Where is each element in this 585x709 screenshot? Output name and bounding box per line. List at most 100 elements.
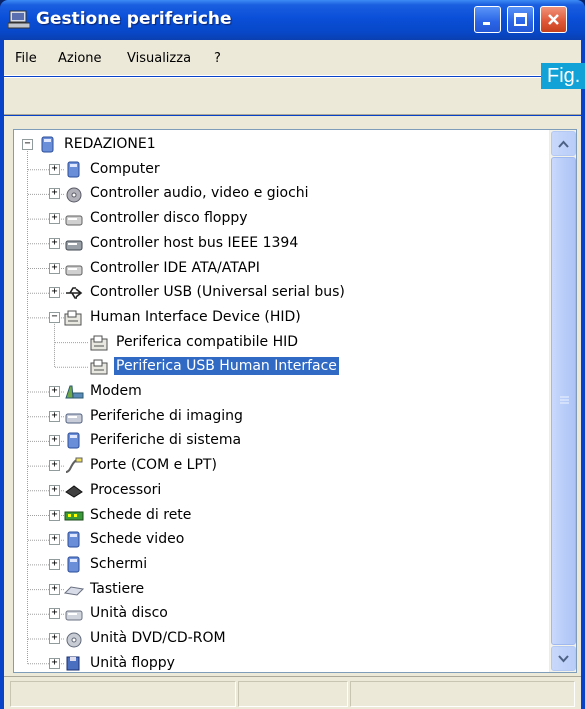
tree-item-label: Schermi (90, 555, 148, 572)
tree-item[interactable]: + Controller host bus IEEE 1394 (14, 233, 544, 255)
tree-item[interactable]: + Periferiche di imaging (14, 406, 544, 428)
menu-azione[interactable]: Azione (55, 49, 105, 68)
expand-toggle[interactable]: + (49, 633, 60, 644)
floppy-controller-icon (65, 215, 83, 226)
collapse-toggle[interactable]: − (22, 139, 33, 150)
tree-item-label: Periferiche di sistema (90, 432, 242, 449)
tree-item[interactable]: + Controller audio, video e giochi (14, 183, 544, 205)
tree-item-label: Controller IDE ATA/ATAPI (90, 259, 260, 276)
audio-icon (66, 187, 82, 203)
expand-toggle[interactable]: + (49, 460, 60, 472)
status-cell-1 (10, 681, 236, 707)
expand-toggle[interactable]: + (49, 213, 60, 225)
expand-toggle[interactable]: + (49, 608, 60, 620)
tree-item[interactable]: Periferica compatibile HID (14, 332, 544, 354)
menu-bar: File Azione Visualizza ? (4, 40, 581, 76)
tree-item[interactable]: − REDAZIONE1 (14, 134, 544, 156)
expand-toggle[interactable]: + (49, 509, 60, 521)
usb-icon (66, 287, 83, 299)
tree-item-label: REDAZIONE1 (64, 136, 156, 152)
tree-item[interactable]: + Schede di rete (14, 505, 544, 527)
monitor-icon (67, 556, 80, 573)
expand-toggle[interactable]: + (49, 287, 60, 299)
expand-toggle[interactable]: + (49, 163, 60, 175)
tree-item[interactable]: − Human Interface Device (HID) (14, 307, 544, 329)
expand-toggle[interactable]: + (49, 484, 60, 496)
tree-item[interactable]: + Tastiere (14, 579, 544, 601)
tree-item-label: Periferica compatibile HID (116, 333, 299, 350)
tree-item-label: Unità DVD/CD-ROM (90, 630, 226, 646)
expand-toggle[interactable]: + (49, 558, 60, 570)
tree-item[interactable]: + Schede video (14, 529, 544, 551)
tree-item-label: Porte (COM e LPT) (90, 457, 217, 474)
close-icon (548, 14, 559, 25)
toolbar (4, 77, 581, 115)
tree-item-label: Periferica USB Human Interface (114, 357, 339, 376)
tree-item-label: Controller audio, video e giochi (90, 185, 309, 202)
processor-icon (65, 485, 83, 498)
tree-item[interactable]: + Controller USB (Universal serial bus) (14, 282, 544, 304)
menu-file[interactable]: File (12, 49, 40, 68)
system-icon (67, 432, 80, 449)
expand-toggle[interactable]: + (49, 386, 60, 397)
maximize-icon (514, 13, 527, 26)
tree-item-label: Human Interface Device (HID) (90, 308, 301, 325)
minimize-icon (483, 22, 490, 25)
figure-label: Fig. 3 (541, 63, 585, 89)
tree-item[interactable]: + Controller disco floppy (14, 208, 544, 230)
chevron-down-icon (558, 654, 569, 662)
vertical-scrollbar[interactable] (549, 130, 576, 672)
port-icon (65, 457, 83, 474)
expand-toggle[interactable]: + (49, 583, 60, 595)
tree-item-label: Unità floppy (90, 654, 175, 671)
floppy-drive-icon (66, 656, 80, 671)
tree-item[interactable]: + Unità disco (14, 603, 544, 625)
minimize-button[interactable] (474, 6, 501, 33)
hid-icon (90, 359, 108, 375)
disk-drive-icon (65, 610, 83, 621)
expand-toggle[interactable]: + (49, 237, 60, 249)
scroll-thumb[interactable] (551, 157, 576, 645)
ide-controller-icon (65, 265, 83, 275)
collapse-toggle[interactable]: − (49, 311, 60, 323)
maximize-button[interactable] (507, 6, 534, 33)
tree-item[interactable]: + Modem (14, 381, 544, 403)
status-bar (4, 676, 581, 709)
camera-icon (65, 413, 83, 424)
expand-toggle[interactable]: + (49, 534, 60, 546)
tree-item-label: Controller USB (Universal serial bus) (90, 284, 345, 301)
status-cell-2 (238, 681, 348, 707)
tree-item-label: Schede di rete (90, 506, 192, 523)
tree-item[interactable]: + Schermi (14, 554, 544, 576)
menu-help[interactable]: ? (211, 49, 224, 68)
tree-item-label: Processori (90, 481, 162, 498)
dvd-icon (66, 632, 82, 648)
tree-item-label: Periferiche di imaging (90, 407, 243, 424)
device-manager-window: Gestione periferiche File Azione Visuali… (0, 0, 585, 709)
device-tree[interactable]: − REDAZIONE1 + Computer + Controller audio, v… (13, 129, 577, 673)
title-bar[interactable]: Gestione periferiche (0, 0, 585, 40)
close-button[interactable] (540, 6, 567, 33)
expand-toggle[interactable]: + (49, 262, 60, 274)
expand-toggle[interactable]: + (49, 435, 60, 447)
tree-item[interactable]: + Unità DVD/CD-ROM (14, 628, 544, 650)
window-title: Gestione periferiche (36, 9, 232, 29)
ieee1394-icon (65, 240, 83, 251)
tree-item[interactable]: + Periferiche di sistema (14, 430, 544, 452)
tree-item[interactable]: + Computer (14, 159, 544, 181)
tree-item[interactable]: Periferica USB Human Interface (14, 356, 544, 378)
tree-item[interactable]: + Controller IDE ATA/ATAPI (14, 258, 544, 280)
status-cell-3 (350, 681, 575, 707)
tree-item-label: Controller host bus IEEE 1394 (90, 234, 299, 251)
menu-visualizza[interactable]: Visualizza (124, 49, 194, 68)
tree-item[interactable]: + Porte (COM e LPT) (14, 455, 544, 477)
expand-toggle[interactable]: + (49, 410, 60, 422)
modem-icon (65, 385, 84, 399)
scroll-down-button[interactable] (551, 646, 576, 671)
expand-toggle[interactable]: + (49, 657, 60, 669)
scroll-up-button[interactable] (551, 131, 576, 156)
tree-item[interactable]: + Unità floppy (14, 653, 544, 675)
tree-item[interactable]: + Processori (14, 480, 544, 502)
expand-toggle[interactable]: + (49, 188, 60, 200)
tree-item-label: Computer (90, 160, 160, 177)
